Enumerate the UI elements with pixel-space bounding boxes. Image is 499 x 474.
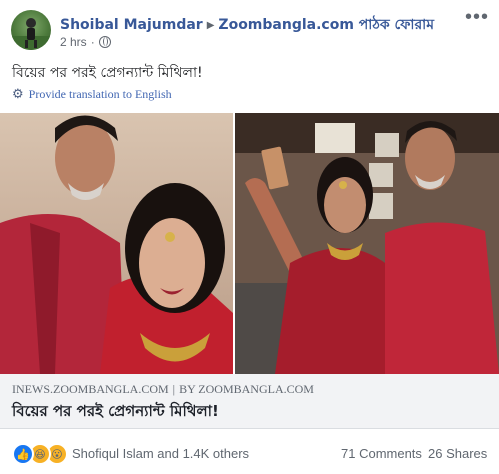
post-footer: 👍 😆 😮 Shofiqul Islam and 1.4K others 71 … <box>0 438 499 468</box>
globe-icon[interactable] <box>98 36 111 48</box>
preview-domain: INEWS.ZOOMBANGLA.COM <box>12 382 169 396</box>
gear-icon: ⚙ <box>12 86 24 101</box>
post-meta: 2 hrs · <box>60 35 111 49</box>
comments-count-link[interactable]: 71 Comments <box>341 446 422 461</box>
author-name-link[interactable]: Shoibal Majumdar <box>60 17 203 33</box>
preview-title: বিয়ের পর পরই প্রেগন্যান্ট মিথিলা! <box>12 402 219 420</box>
reaction-icons[interactable]: 👍 😆 😮 <box>12 443 68 465</box>
post-text: বিয়ের পর পরই প্রেগন্যান্ট মিথিলা! <box>12 65 203 81</box>
link-preview[interactable]: INEWS.ZOOMBANGLA.COM | BY ZOOMBANGLA.COM ব… <box>0 374 499 429</box>
preview-byline: BY ZOOMBANGLA.COM <box>179 382 314 396</box>
photo-couple-room <box>235 113 499 374</box>
meta-separator: · <box>90 35 95 49</box>
post-header: Shoibal Majumdar ▶ Zoombangla.com পাঠক ফোর… <box>60 13 434 37</box>
more-options-icon[interactable]: ••• <box>465 7 489 27</box>
translate-label: Provide translation to English <box>28 86 172 101</box>
post-timestamp[interactable]: 2 hrs <box>60 35 87 49</box>
like-reaction-icon: 👍 <box>12 443 34 465</box>
group-name-link[interactable]: Zoombangla.com পাঠক ফোরাম <box>218 17 434 33</box>
photo-couple-selfie <box>0 113 233 374</box>
shares-count-link[interactable]: 26 Shares <box>428 446 487 461</box>
preview-divider: | <box>172 382 176 396</box>
avatar-photo <box>11 18 51 50</box>
post-photo-right[interactable] <box>235 113 499 374</box>
preview-source: INEWS.ZOOMBANGLA.COM | BY ZOOMBANGLA.COM <box>12 382 314 397</box>
reactors-link[interactable]: Shofiqul Islam and 1.4K others <box>72 446 249 461</box>
author-avatar[interactable] <box>11 10 51 50</box>
caret-right-icon: ▶ <box>206 20 215 31</box>
post-photo-left[interactable] <box>0 113 233 374</box>
facebook-post: Shoibal Majumdar ▶ Zoombangla.com পাঠক ফোর… <box>0 0 499 474</box>
translate-link[interactable]: ⚙ Provide translation to English <box>12 86 172 102</box>
